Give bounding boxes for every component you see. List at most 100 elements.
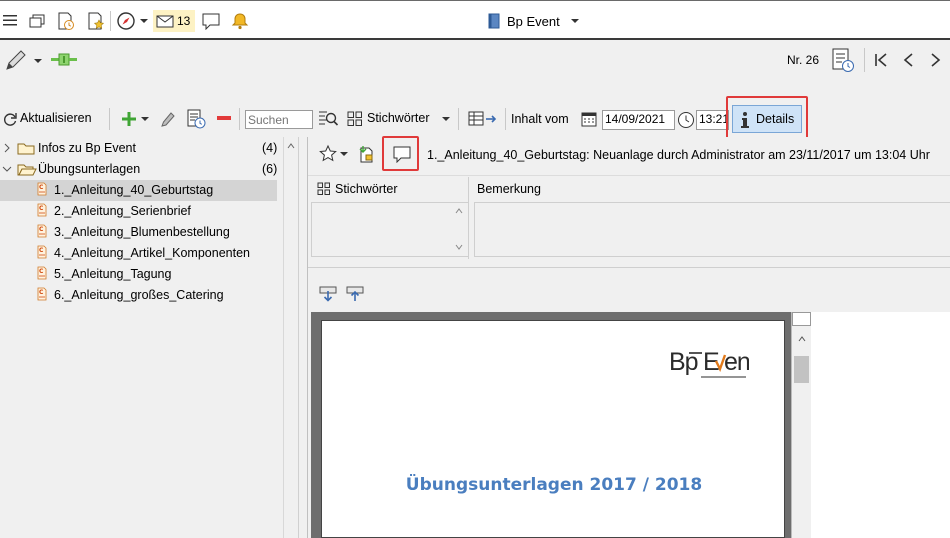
remarks-field[interactable] <box>474 202 950 257</box>
detail-panel: 1._Anleitung_40_Geburtstag: Neuanlage du… <box>308 136 950 538</box>
scroll-down-icon[interactable] <box>455 244 463 250</box>
calendar-icon[interactable] <box>580 109 598 129</box>
download-icon[interactable] <box>318 284 338 304</box>
next-record-icon[interactable] <box>928 51 944 69</box>
scroll-corner <box>792 312 811 326</box>
search-input[interactable] <box>245 110 313 129</box>
first-record-icon[interactable] <box>873 51 889 69</box>
open-folder-icon <box>17 164 37 176</box>
refresh-icon[interactable] <box>2 111 18 127</box>
time-field[interactable]: 13:21 <box>696 110 729 130</box>
book-icon <box>487 13 501 29</box>
tree-file-item[interactable]: C 5._Anleitung_Tagung <box>0 264 277 285</box>
record-history-icon[interactable] <box>830 47 856 73</box>
app-title[interactable]: Bp Event <box>507 14 560 29</box>
bell-icon[interactable] <box>230 11 250 31</box>
favorite-document-icon[interactable] <box>86 11 106 31</box>
file-icon: C <box>36 266 49 282</box>
document-lock-icon[interactable] <box>356 143 378 165</box>
star-icon[interactable] <box>318 144 338 164</box>
scroll-up-icon[interactable] <box>287 143 295 149</box>
content-from-label: Inhalt vom <box>511 112 569 126</box>
main-toolbar: Aktualisieren Stichwörter Inhalt vom 14/… <box>0 96 950 139</box>
viewer-scrollbar[interactable] <box>791 312 811 538</box>
highlight-frame <box>726 96 808 139</box>
chevron-down-icon[interactable] <box>338 149 350 159</box>
hamburger-menu-icon[interactable] <box>2 12 18 28</box>
compass-icon[interactable] <box>116 11 136 31</box>
chevron-down-icon[interactable] <box>569 16 581 26</box>
date-field[interactable]: 14/09/2021 <box>602 110 675 130</box>
edit-pencil-icon[interactable] <box>158 109 176 129</box>
document-viewer[interactable]: Bp E ent Übungsunterlagen 2017 / 2018 <box>311 312 950 538</box>
scroll-thumb[interactable] <box>794 356 809 383</box>
tree-file-item[interactable]: C 2._Anleitung_Serienbrief <box>0 201 277 222</box>
scroll-up-icon[interactable] <box>798 336 806 342</box>
add-icon[interactable] <box>120 110 138 128</box>
tree-scrollbar[interactable] <box>283 137 297 538</box>
mail-count: 13 <box>177 14 191 28</box>
tree-folder-infos[interactable]: Infos zu Bp Event (4) <box>0 138 282 159</box>
file-icon: C <box>36 287 49 303</box>
tree-file-item[interactable]: C 6._Anleitung_großes_Catering <box>0 285 277 306</box>
tree-item-count: (4) <box>262 141 278 155</box>
svg-text:C: C <box>39 289 44 296</box>
chevron-down-icon[interactable] <box>440 114 452 124</box>
tree-file-label: 2._Anleitung_Serienbrief <box>54 204 191 218</box>
svg-text:C: C <box>39 268 44 275</box>
document-page: Bp E ent Übungsunterlagen 2017 / 2018 <box>321 320 785 538</box>
tree-item-label: Übungsunterlagen <box>38 162 141 176</box>
envelope-icon <box>156 13 174 29</box>
tree-file-item[interactable]: C 1._Anleitung_40_Geburtstag <box>0 180 277 201</box>
windows-icon[interactable] <box>28 12 46 30</box>
svg-text:ent: ent <box>724 348 749 376</box>
keywords-dropdown[interactable]: Stichwörter <box>367 111 430 125</box>
clock-icon <box>676 110 696 130</box>
tree-file-label: 5._Anleitung_Tagung <box>54 267 172 281</box>
search-options-icon[interactable] <box>317 108 339 130</box>
tree-file-label: 1._Anleitung_40_Geburtstag <box>54 183 214 197</box>
connector-icon[interactable] <box>50 50 80 70</box>
tree-file-item[interactable]: C 4._Anleitung_Artikel_Komponenten <box>0 243 277 264</box>
tree-file-item[interactable]: C 3._Anleitung_Blumenbestellung <box>0 222 277 243</box>
tree-file-label: 4._Anleitung_Artikel_Komponenten <box>54 246 250 260</box>
pencil-icon[interactable] <box>3 48 29 72</box>
folder-tree-panel: Infos zu Bp Event (4) Übungsunterlagen (… <box>0 137 298 538</box>
document-history-icon[interactable] <box>56 11 76 31</box>
tree-item-label: Infos zu Bp Event <box>38 141 136 155</box>
svg-text:C: C <box>39 226 44 233</box>
svg-text:C: C <box>39 205 44 212</box>
mail-notification[interactable]: 13 <box>153 10 195 32</box>
remarks-header: Bemerkung <box>477 182 541 196</box>
folder-icon <box>17 143 35 155</box>
previous-record-icon[interactable] <box>900 51 916 69</box>
keywords-icon[interactable] <box>346 110 364 128</box>
svg-text:C: C <box>39 247 44 254</box>
chevron-down-icon[interactable] <box>139 114 151 124</box>
layout-switch-icon[interactable] <box>467 109 501 129</box>
file-icon: C <box>36 224 49 240</box>
chat-icon[interactable] <box>201 11 221 31</box>
edit-bar: Nr. 26 <box>0 42 950 78</box>
chevron-down-icon[interactable] <box>138 15 150 27</box>
bpevent-logo: Bp E ent <box>669 343 758 381</box>
document-info: 1._Anleitung_40_Geburtstag: Neuanlage du… <box>427 148 930 162</box>
scroll-up-icon[interactable] <box>455 208 463 214</box>
document-history-icon[interactable] <box>184 108 208 130</box>
refresh-button[interactable]: Aktualisieren <box>20 111 92 125</box>
keywords-icon <box>316 181 332 197</box>
tree-item-count: (6) <box>262 162 278 176</box>
panel-splitter[interactable] <box>298 137 308 538</box>
record-number: Nr. 26 <box>787 53 820 67</box>
app-top-bar: 13 Bp Event <box>0 0 950 40</box>
chevron-down-icon[interactable] <box>32 56 44 66</box>
file-icon: C <box>36 182 49 198</box>
keywords-field[interactable] <box>311 202 469 257</box>
tree-file-label: 6._Anleitung_großes_Catering <box>54 288 224 302</box>
delete-icon[interactable] <box>215 113 233 123</box>
file-icon: C <box>36 245 49 261</box>
upload-icon[interactable] <box>345 284 365 304</box>
svg-text:C: C <box>39 184 44 191</box>
keywords-header: Stichwörter <box>335 182 398 196</box>
tree-folder-uebungsunterlagen[interactable]: Übungsunterlagen (6) <box>0 159 282 180</box>
